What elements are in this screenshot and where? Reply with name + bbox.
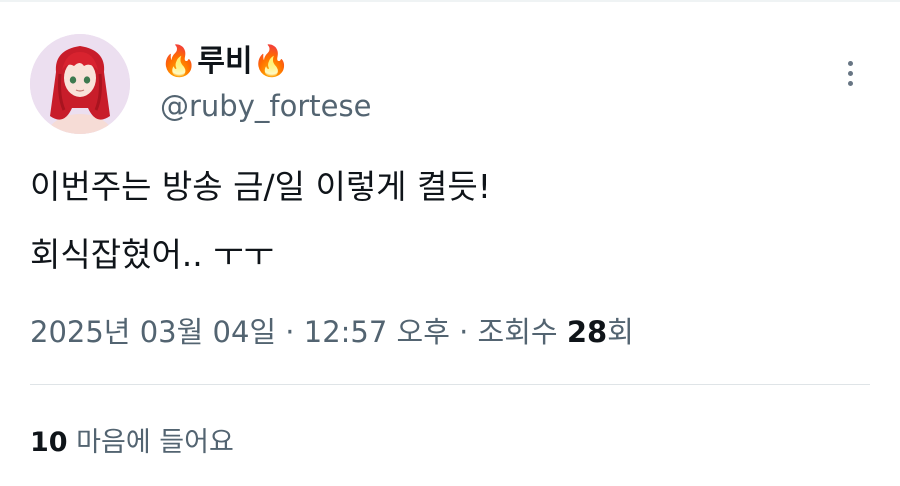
views-suffix: 회: [607, 315, 634, 349]
tweet-text-line: 회식잡혔어.. ㅜㅜ: [30, 235, 274, 274]
more-vertical-icon: [847, 60, 853, 66]
tweet-text-line: 이번주는 방송 금/일 이렇게 켤듯!: [30, 167, 491, 206]
avatar[interactable]: [30, 34, 130, 134]
user-handle[interactable]: @ruby_fortese: [160, 86, 371, 126]
timestamp[interactable]: 2025년 03월 04일 · 12:57 오후 · 조회수: [30, 315, 567, 349]
tweet-metadata: 2025년 03월 04일 · 12:57 오후 · 조회수 28회: [30, 310, 634, 354]
top-divider: [0, 0, 900, 2]
likes-link[interactable]: 10 마음에 들어요: [30, 422, 234, 464]
display-name[interactable]: 🔥루비🔥: [160, 42, 290, 82]
more-options-button[interactable]: [836, 55, 864, 91]
more-vertical-icon: [847, 70, 853, 76]
likes-count: 10: [30, 427, 68, 458]
likes-label: 마음에 들어요: [76, 427, 234, 458]
divider: [30, 384, 870, 385]
more-vertical-icon: [847, 80, 853, 86]
views-count: 28: [566, 315, 608, 349]
